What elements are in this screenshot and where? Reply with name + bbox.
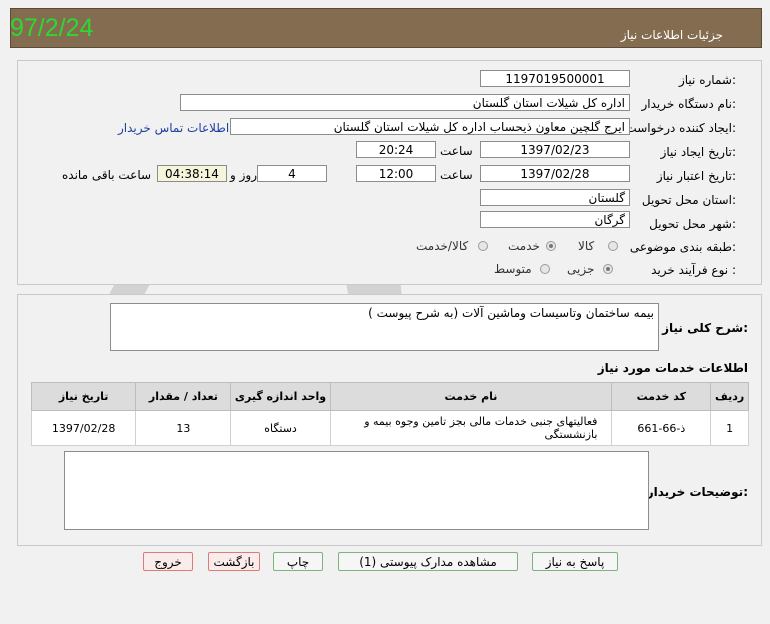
col-index-header: ردیف [710, 382, 749, 411]
city-label: شهر محل تحویل: [649, 217, 736, 231]
requester-label: ایجاد کننده درخواست: [625, 121, 736, 135]
category-label: طبقه بندی موضوعی: [629, 240, 736, 254]
buyer-org-field: اداره کل شیلات استان گلستان [180, 94, 630, 111]
col-date-header: تاریخ نیاز [30, 382, 137, 411]
validity-days-field: 4 [257, 165, 327, 182]
header-bar: جزئیات اطلاعات نیاز [10, 8, 762, 48]
creation-date-label: تاریخ ایجاد نیاز: [660, 145, 736, 159]
summary-field: بیمه ساختمان وتاسیسات وماشین آلات (به شر… [110, 303, 659, 351]
process-minor-radio[interactable] [603, 264, 613, 274]
col-qty-header: تعداد / مقدار [135, 382, 232, 411]
validity-date-field: 1397/02/28 [480, 165, 630, 182]
validity-time-field: 12:00 [356, 165, 436, 182]
province-label: استان محل تحویل: [641, 193, 736, 207]
city-field: گرگان [480, 211, 630, 228]
category-goods-radio[interactable] [608, 241, 618, 251]
process-label: نوع فرآیند خرید : [651, 263, 736, 277]
row-qty-cell: 13 [135, 410, 232, 446]
buyer-org-label: نام دستگاه خریدار: [641, 97, 737, 111]
province-field: گلستان [480, 189, 630, 206]
category-option-goods-label: کالا [578, 239, 595, 253]
buyer-contact-link[interactable]: اطلاعات تماس خریدار [118, 121, 229, 135]
category-option-both-label: کالا/خدمت [416, 239, 469, 253]
services-header-row: تاریخ نیاز تعداد / مقدار واحد اندازه گیر… [30, 382, 749, 411]
need-number-label: شماره نیاز: [678, 73, 736, 87]
services-title: اطلاعات خدمات مورد نیاز [597, 361, 748, 375]
process-option-medium-label: متوسط [494, 262, 532, 276]
category-service-radio[interactable] [546, 241, 556, 251]
remaining-time-label: ساعت باقی مانده [62, 168, 152, 182]
exit-button[interactable]: خروج [143, 552, 193, 571]
category-option-service-label: خدمت [508, 239, 540, 253]
process-option-minor-label: جزیی [567, 262, 595, 276]
buyer-notes-field [64, 451, 649, 530]
validity-days-label: روز و [230, 168, 257, 182]
services-table: تاریخ نیاز تعداد / مقدار واحد اندازه گیر… [30, 382, 749, 446]
category-both-radio[interactable] [478, 241, 488, 251]
row-date-cell: 1397/02/28 [30, 410, 137, 446]
process-medium-radio[interactable] [540, 264, 550, 274]
requester-field: ایرج گلچین معاون ذیحساب اداره کل شیلات ا… [230, 118, 630, 135]
summary-label: شرح کلی نیاز: [662, 321, 748, 335]
page-title: جزئیات اطلاعات نیاز [620, 28, 723, 42]
print-button[interactable]: چاپ [273, 552, 323, 571]
col-code-header: کد خدمت [611, 382, 712, 411]
col-unit-header: واحد اندازه گیری [230, 382, 331, 411]
validity-time-label: ساعت [440, 168, 473, 182]
creation-time-label: ساعت [440, 144, 473, 158]
creation-date-field: 1397/02/23 [480, 141, 630, 158]
creation-time-field: 20:24 [356, 141, 436, 158]
row-unit-cell: دستگاه [230, 410, 331, 446]
table-row: 1397/02/28 13 دستگاه فعالیتهای جنبی خدما… [30, 410, 749, 446]
buyer-notes-label: توضیحات خریدار: [646, 485, 748, 499]
remaining-time-field: 04:38:14 [157, 165, 227, 182]
row-name-cell: فعالیتهای جنبی خدمات مالی بجز تامین وجوه… [329, 410, 613, 446]
row-index-cell: 1 [710, 410, 749, 446]
reply-button[interactable]: پاسخ به نیاز [532, 552, 618, 571]
back-button[interactable]: بازگشت [208, 552, 260, 571]
date-stamp: 97/2/24 [10, 14, 94, 42]
need-number-field: 1197019500001 [480, 70, 630, 87]
col-name-header: نام خدمت [329, 382, 613, 411]
row-code-cell: ذ-66-661 [611, 410, 712, 446]
validity-date-label: تاریخ اعتبار نیاز: [656, 169, 736, 183]
view-attachments-button[interactable]: مشاهده مدارک پیوستی (1) [338, 552, 518, 571]
